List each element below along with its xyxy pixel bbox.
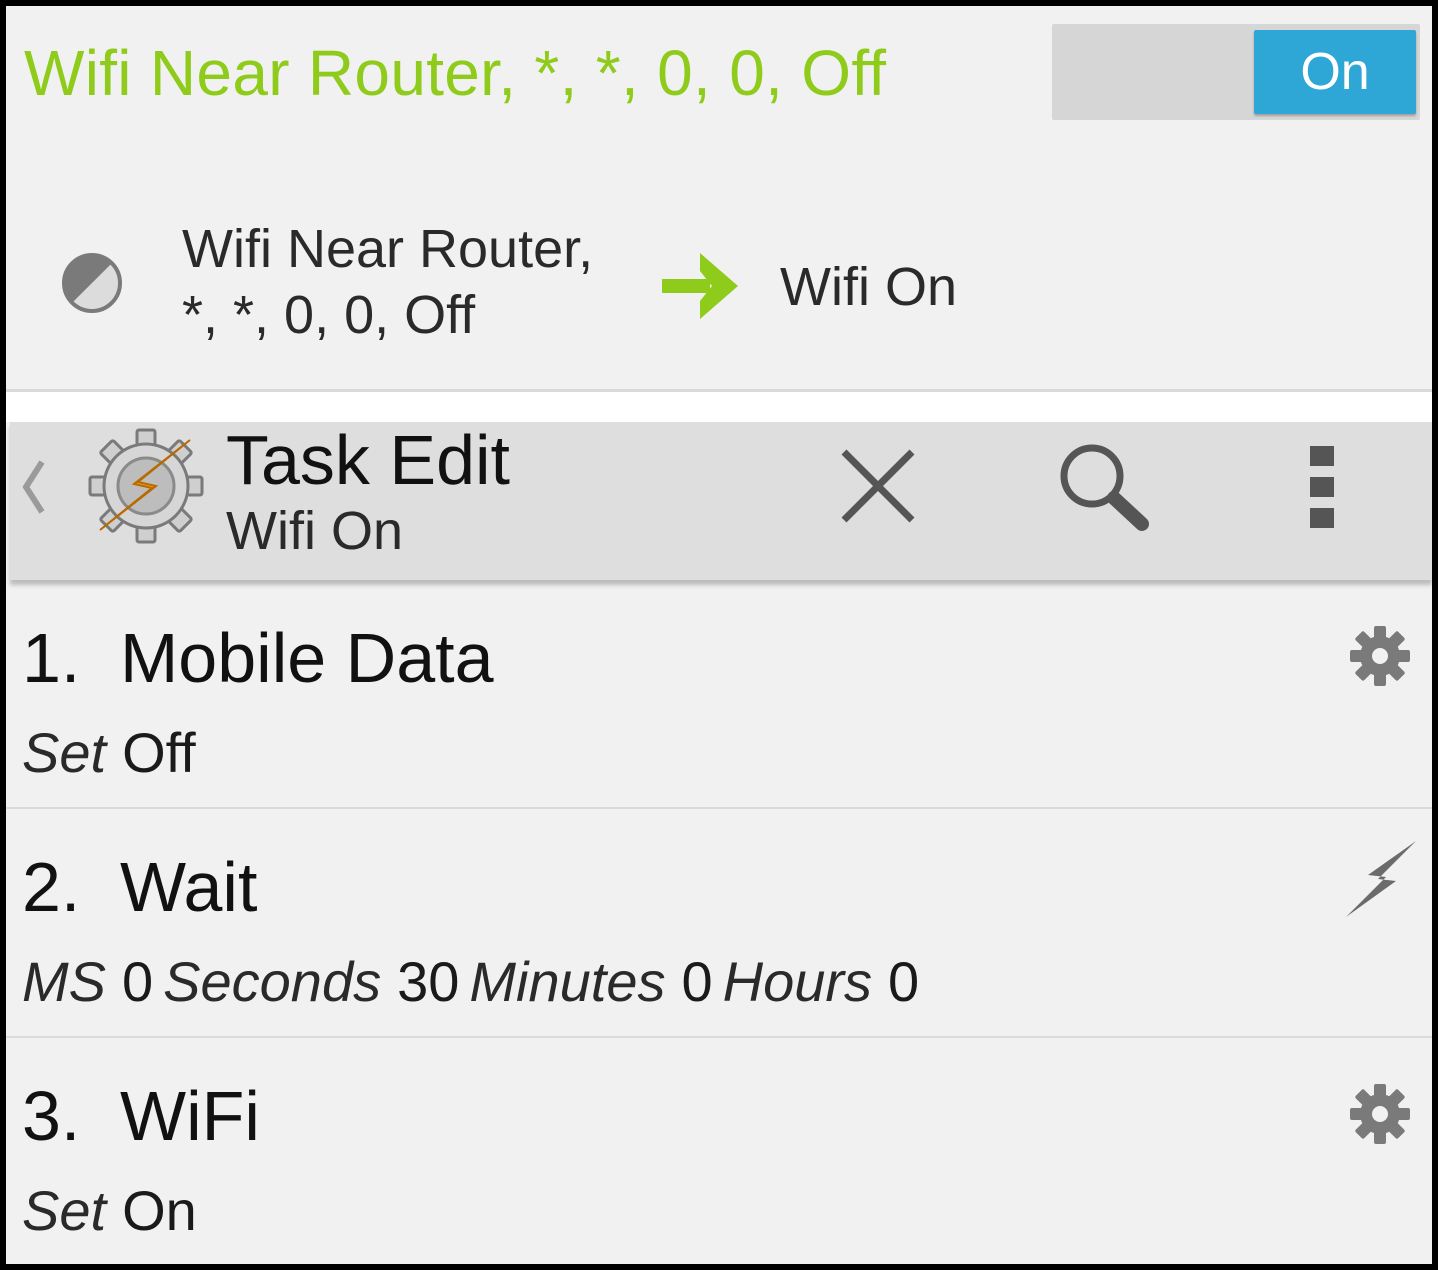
- arrow-right-icon: [662, 253, 738, 319]
- arg-value: 30: [397, 950, 460, 1013]
- action-item-mobile-data[interactable]: 1. Mobile Data Set Off: [6, 580, 1432, 809]
- gear-icon[interactable]: [1348, 624, 1412, 688]
- tasker-app-icon[interactable]: [86, 426, 206, 546]
- arg-value: 0: [681, 950, 713, 1013]
- action-number: 3.: [22, 1077, 81, 1155]
- lightning-icon[interactable]: [1344, 839, 1418, 919]
- context-line-1: Wifi Near Router,: [182, 219, 594, 279]
- overflow-menu-icon[interactable]: [1306, 442, 1338, 532]
- profile-card[interactable]: Wifi Near Router, *, *, 0, 0, Off On Wif…: [6, 6, 1432, 392]
- profile-title: Wifi Near Router, *, *, 0, 0, Off: [24, 37, 887, 109]
- arg-label: MS: [22, 950, 106, 1013]
- action-item-wifi[interactable]: 3. WiFi Set On: [6, 1038, 1432, 1264]
- arg-value: On: [122, 1179, 197, 1242]
- toggle-on-label: On: [1254, 30, 1416, 114]
- action-name: Wait: [120, 848, 258, 926]
- arg-label: Set: [22, 721, 107, 784]
- action-number: 1.: [22, 619, 81, 697]
- arg-label: Set: [22, 1179, 107, 1242]
- task-edit-action-bar: Task Edit Wifi On: [10, 421, 1432, 580]
- action-args: Set Off: [22, 720, 206, 785]
- action-bar-subtitle: Wifi On: [226, 501, 404, 561]
- gear-icon[interactable]: [1348, 1082, 1412, 1146]
- profile-enable-toggle[interactable]: On: [1052, 24, 1420, 120]
- action-bar-title: Task Edit: [226, 421, 510, 499]
- close-icon[interactable]: [836, 444, 920, 528]
- arg-label: Hours: [722, 950, 873, 1013]
- arg-value: 0: [122, 950, 154, 1013]
- back-chevron-icon[interactable]: [18, 452, 48, 522]
- action-name: WiFi: [120, 1077, 260, 1155]
- profile-task-name[interactable]: Wifi On: [780, 256, 957, 318]
- context-line-2: *, *, 0, 0, Off: [182, 285, 476, 345]
- action-number: 2.: [22, 848, 81, 926]
- action-args: MS 0 Seconds 30 Minutes 0 Hours 0: [22, 949, 929, 1014]
- action-item-wait[interactable]: 2. Wait MS 0 Seconds 30 Minutes 0 Hours 0: [6, 809, 1432, 1038]
- wifi-near-context-icon: [62, 253, 122, 313]
- profile-context[interactable]: Wifi Near Router, *, *, 0, 0, Off: [182, 216, 642, 348]
- action-name: Mobile Data: [120, 619, 494, 697]
- section-gap: [6, 392, 1432, 422]
- action-list: 1. Mobile Data Set Off 2. Wait MS 0 Seco…: [6, 580, 1432, 1264]
- arg-value: 0: [888, 950, 920, 1013]
- arg-value: Off: [122, 721, 196, 784]
- search-icon[interactable]: [1054, 438, 1154, 538]
- screen-frame: Wifi Near Router, *, *, 0, 0, Off On Wif…: [0, 0, 1438, 1270]
- arg-label: Seconds: [163, 950, 382, 1013]
- arg-label: Minutes: [469, 950, 666, 1013]
- action-args: Set On: [22, 1178, 207, 1243]
